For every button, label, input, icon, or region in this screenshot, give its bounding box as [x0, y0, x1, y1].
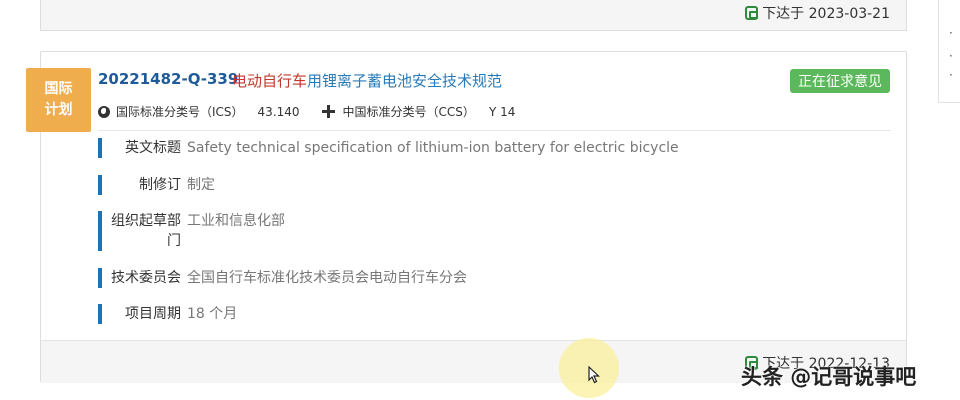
field-value: 工业和信息化部: [187, 213, 285, 229]
title-highlight: 电动自行车: [232, 72, 308, 90]
ics-label: 国际标准分类号（ICS）: [116, 105, 244, 119]
page: 下达于 2023-03-21 · · · 国际 计划 20221482-Q-33…: [0, 0, 960, 400]
globe-icon: [98, 105, 110, 118]
status-badge: 正在征求意见: [790, 69, 890, 93]
ccs-value: Y 14: [488, 104, 516, 119]
field-value: 18 个月: [187, 306, 238, 322]
field-value: 制定: [187, 177, 215, 193]
field-project-cycle: 项目周期 18 个月: [98, 304, 237, 324]
project-code-link[interactable]: 20221482-Q-339: [98, 70, 238, 88]
field-drafting-department: 组织起草部门 工业和信息化部: [98, 211, 285, 251]
standard-card: 国际 计划 20221482-Q-339 电动自行车用锂离子蓄电池安全技术规范 …: [26, 51, 907, 383]
field-label: 项目周期: [98, 304, 187, 324]
divider: [98, 130, 891, 131]
title-rest: 用锂离子蓄电池安全技术规范: [307, 72, 503, 90]
field-technical-committee: 技术委员会 全国自行车标准化技术委员会电动自行车分会: [98, 268, 467, 288]
field-value: Safety technical specification of lithiu…: [187, 140, 679, 156]
side-bullet: ·: [949, 26, 953, 40]
previous-card: 下达于 2023-03-21: [40, 0, 907, 31]
field-label: 技术委员会: [98, 268, 187, 288]
ics-value: 43.140: [257, 104, 300, 119]
classification-row: 国际标准分类号（ICS） 43.140 中国标准分类号（CCS） Y 14: [98, 103, 515, 120]
mouse-cursor-icon: [588, 366, 600, 384]
project-title-link[interactable]: 电动自行车用锂离子蓄电池安全技术规范: [232, 70, 502, 91]
previous-card-footer-date: 下达于 2023-03-21: [745, 3, 890, 23]
plan-type-badge: 国际 计划: [26, 68, 91, 132]
side-panel: · · ·: [938, 0, 960, 103]
field-value: 全国自行车标准化技术委员会电动自行车分会: [187, 270, 467, 286]
field-label: 英文标题: [98, 138, 187, 158]
field-revision-type: 制修订 制定: [98, 175, 215, 195]
side-bullet: ·: [949, 68, 953, 82]
field-label: 制修订: [98, 175, 187, 195]
ccs-label: 中国标准分类号（CCS）: [342, 105, 475, 119]
calendar-icon: [745, 6, 759, 20]
previous-card-date-text: 下达于 2023-03-21: [762, 6, 890, 22]
watermark: 头条 @记哥说事吧: [741, 365, 917, 389]
field-english-title: 英文标题 Safety technical specification of l…: [98, 138, 679, 158]
side-bullet: ·: [949, 49, 953, 63]
field-label: 组织起草部门: [98, 211, 187, 251]
move-icon: [321, 105, 335, 118]
badge-text: 国际 计划: [44, 81, 73, 118]
